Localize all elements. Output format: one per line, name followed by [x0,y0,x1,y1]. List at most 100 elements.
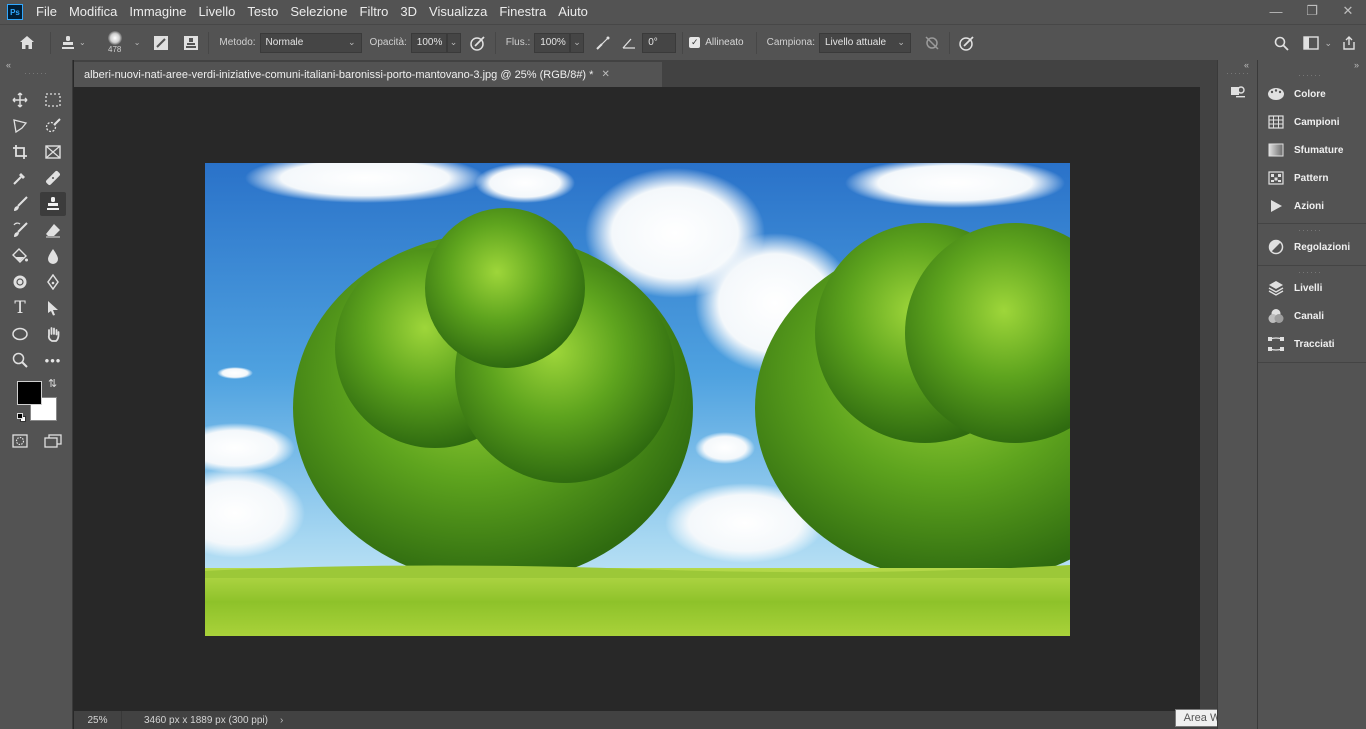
panel-livelli[interactable]: Livelli [1258,275,1366,301]
hand-tool-icon[interactable] [40,322,66,346]
default-colors-icon[interactable] [17,413,26,422]
eraser-tool-icon[interactable] [40,218,66,242]
ignore-adjustment-layers-icon[interactable] [921,32,943,54]
paths-icon [1258,336,1294,352]
dodge-tool-icon[interactable] [7,270,33,294]
status-menu-chevron-icon[interactable]: › [280,715,283,726]
quick-mask-icon[interactable] [7,429,33,453]
close-tab-icon[interactable]: ✕ [601,69,609,80]
panel-sfumature[interactable]: Sfumature [1258,137,1366,163]
paint-bucket-tool-icon[interactable] [7,244,33,268]
frame-tool-icon[interactable] [40,140,66,164]
marquee-tool-icon[interactable] [40,88,66,112]
adjustments-icon [1258,239,1294,255]
mode-label: Metodo: [219,37,256,48]
eyedropper-tool-icon[interactable] [7,166,33,190]
foreground-color-swatch[interactable] [17,381,42,405]
menu-selezione[interactable]: Selezione [284,0,353,24]
panel-pattern[interactable]: Pattern [1258,165,1366,191]
share-icon[interactable] [1338,32,1360,54]
clone-stamp-tool-icon[interactable] [40,192,66,216]
document-tab[interactable]: alberi-nuovi-nati-aree-verdi-iniziative-… [74,62,662,87]
collapse-panel-icon[interactable]: « [6,60,11,70]
aligned-checkbox[interactable]: ✓ Allineato [689,37,744,48]
menu-3d[interactable]: 3D [394,0,423,24]
swap-colors-icon[interactable]: ⇅ [48,377,57,390]
photoshop-logo[interactable]: Ps [7,4,23,20]
flow-input[interactable]: 100% [534,32,571,53]
brush-settings-icon[interactable] [150,32,172,54]
clone-stamp-preset-icon[interactable] [57,32,79,54]
preset-dropdown-caret[interactable]: ⌄ [79,38,86,47]
channels-icon [1258,308,1294,324]
menu-finestra[interactable]: Finestra [493,0,552,24]
panel-regolazioni-label: Regolazioni [1294,241,1351,253]
opacity-dropdown[interactable]: ⌄ [446,32,461,53]
flow-dropdown[interactable]: ⌄ [570,32,585,53]
menu-file[interactable]: File [30,0,63,24]
chevron-down-icon: ⌄ [897,37,905,47]
minimize-button[interactable]: — [1258,0,1294,22]
angle-icon [618,32,640,54]
panel-campioni[interactable]: Campioni [1258,109,1366,135]
close-button[interactable]: ✕ [1330,0,1366,22]
screen-mode-icon[interactable] [40,429,66,453]
menu-testo[interactable]: Testo [241,0,284,24]
opacity-input[interactable]: 100% [410,32,447,53]
canvas-area[interactable] [74,87,1200,711]
lasso-tool-icon[interactable] [7,114,33,138]
brush-dropdown-caret[interactable]: ⌄ [134,38,141,47]
panel-grip[interactable]: ······ [1226,68,1250,78]
blur-tool-icon[interactable] [40,244,66,268]
more-tools-icon[interactable]: ••• [40,348,66,372]
panel-grip[interactable]: ······ [1298,70,1322,80]
workspace-icon[interactable] [1300,32,1322,54]
sample-select[interactable]: Livello attuale ⌄ [818,32,911,53]
panel-canali[interactable]: Canali [1258,303,1366,329]
panel-regolazioni[interactable]: Regolazioni [1258,234,1366,260]
airbrush-icon[interactable] [592,32,614,54]
menu-filtro[interactable]: Filtro [354,0,395,24]
panel-azioni[interactable]: Azioni [1258,193,1366,219]
menu-aiuto[interactable]: Aiuto [552,0,594,24]
menu-modifica[interactable]: Modifica [63,0,123,24]
brush-tool-icon[interactable] [7,192,33,216]
menu-livello[interactable]: Livello [192,0,241,24]
path-selection-tool-icon[interactable] [40,296,66,320]
options-bar: ⌄ 478 ⌄ Metodo: Normale ⌄ Opacità: 100% … [0,24,1366,60]
crop-tool-icon[interactable] [7,140,33,164]
panel-tracciati[interactable]: Tracciati [1258,331,1366,357]
restore-button[interactable]: ❐ [1294,0,1330,22]
zoom-level-field[interactable]: 25% [74,711,122,729]
type-tool-icon[interactable]: T [7,296,33,320]
quick-selection-tool-icon[interactable] [40,114,66,138]
swatches-grid-icon [1258,115,1294,129]
panel-separator [1258,362,1366,363]
brush-size-picker[interactable]: 478 [100,28,130,58]
angle-input[interactable]: 0° [642,32,677,53]
history-brush-tool-icon[interactable] [7,218,33,242]
ellipse-tool-icon[interactable] [7,322,33,346]
menu-visualizza[interactable]: Visualizza [423,0,493,24]
pressure-size-icon[interactable] [956,32,978,54]
search-icon[interactable] [1270,32,1292,54]
clone-source-icon[interactable] [180,32,202,54]
home-icon[interactable] [16,32,38,54]
pen-tool-icon[interactable] [40,270,66,294]
healing-brush-tool-icon[interactable] [40,166,66,190]
panel-colore[interactable]: Colore [1258,81,1366,107]
flow-label: Flus.: [505,37,531,48]
panel-grip[interactable]: ······ [24,68,48,78]
document-image[interactable] [205,163,1070,636]
chevron-down-icon: ⌄ [348,37,356,47]
mode-select[interactable]: Normale ⌄ [259,32,362,53]
gradient-icon [1258,143,1294,157]
move-tool-icon[interactable] [7,88,33,112]
vertical-scrollbar[interactable] [1200,87,1217,711]
properties-icon[interactable] [1228,82,1248,102]
pressure-opacity-icon[interactable] [467,32,489,54]
menu-immagine[interactable]: Immagine [123,0,192,24]
collapse-dock-icon[interactable]: » [1354,60,1359,70]
zoom-tool-icon[interactable] [7,348,33,372]
workspace-dropdown-caret[interactable]: ⌄ [1324,38,1332,49]
